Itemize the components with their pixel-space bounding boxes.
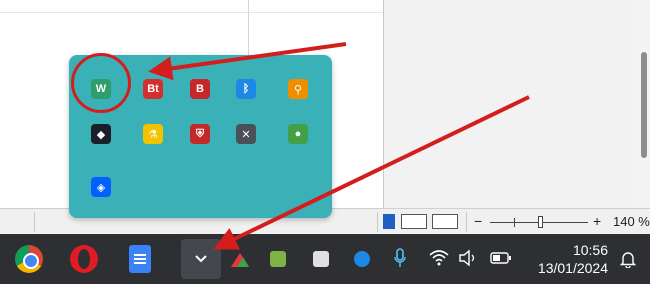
zoom-out-button[interactable]: −: [474, 212, 482, 230]
zoom-slider-thumb[interactable]: [538, 216, 543, 228]
chrome-icon: [15, 245, 43, 273]
side-pane: [383, 0, 633, 208]
show-hidden-icons-button[interactable]: [181, 239, 221, 279]
opera-icon: [70, 245, 98, 273]
status-separator: [34, 212, 35, 232]
bt-app-icon[interactable]: Bt: [143, 79, 163, 99]
mail-icon[interactable]: [313, 251, 329, 267]
zoom-slider-tick: [514, 218, 515, 227]
microphone-icon[interactable]: [394, 248, 406, 268]
b-app-icon[interactable]: B: [190, 79, 210, 99]
dropbox-icon[interactable]: ◈: [91, 177, 111, 197]
status-separator: [377, 212, 378, 232]
triangle-app-icon[interactable]: [231, 251, 249, 267]
wifi-icon[interactable]: [429, 249, 449, 267]
clock[interactable]: 10:56 13/01/2024: [538, 241, 608, 277]
notification-bell-icon[interactable]: [620, 250, 636, 268]
shield-icon[interactable]: ⛨: [190, 124, 210, 144]
taskbar: 10:56 13/01/2024: [0, 234, 650, 284]
chrome-button[interactable]: [13, 243, 45, 275]
highlight-circle: [71, 53, 131, 113]
status-separator: [466, 212, 467, 232]
chat-icon[interactable]: [354, 251, 370, 267]
volume-icon[interactable]: [458, 249, 480, 267]
chevron-down-icon: [195, 255, 207, 263]
zoom-in-button[interactable]: +: [593, 212, 601, 230]
flask-icon[interactable]: ⚗: [143, 124, 163, 144]
battery-icon[interactable]: [490, 251, 512, 265]
scrollbar-thumb[interactable]: [641, 52, 647, 158]
search-tool-icon[interactable]: ⚲: [288, 79, 308, 99]
clock-time: 10:56: [572, 242, 608, 258]
zoom-level[interactable]: 140 %: [613, 214, 650, 229]
docs-button[interactable]: [124, 243, 156, 275]
bluetooth-icon[interactable]: ᛒ: [236, 79, 256, 99]
hat-app-icon[interactable]: ✕: [236, 124, 256, 144]
green-app-icon[interactable]: [270, 251, 286, 267]
mic-app-icon[interactable]: ●: [288, 124, 308, 144]
docs-icon: [129, 245, 151, 273]
read-mode-view-button[interactable]: [432, 214, 458, 229]
hex-app-icon[interactable]: ◆: [91, 124, 111, 144]
print-layout-view-button[interactable]: [383, 214, 395, 229]
clock-date: 13/01/2024: [537, 260, 608, 276]
opera-button[interactable]: [68, 243, 100, 275]
web-layout-view-button[interactable]: [401, 214, 427, 229]
